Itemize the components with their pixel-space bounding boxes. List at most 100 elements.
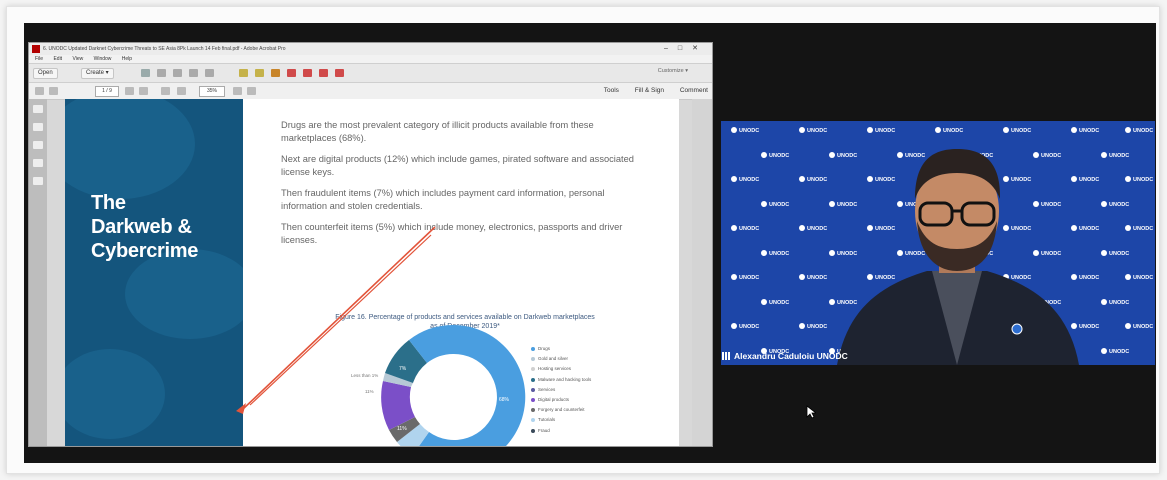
legend-swatch xyxy=(531,418,535,423)
participant-name: Alexandru Caduloiu UNODC xyxy=(734,351,848,361)
legend-label: Gold and silver xyxy=(538,356,569,362)
zoom-in-icon[interactable] xyxy=(177,87,186,95)
tab-fill-sign[interactable]: Fill & Sign xyxy=(635,87,664,94)
unodc-logo: UNODC xyxy=(731,225,759,232)
legend-item: Digital products xyxy=(531,396,591,406)
legend-swatch xyxy=(531,387,535,392)
unodc-logo-text: UNODC xyxy=(769,299,790,306)
combine-icon[interactable] xyxy=(303,69,312,77)
globe-icon xyxy=(799,176,805,182)
unodc-logo-text: UNODC xyxy=(1109,348,1130,355)
mouse-cursor-icon xyxy=(806,405,816,419)
legend-item: Gold and silver xyxy=(531,355,591,365)
bookmarks-icon[interactable] xyxy=(33,123,43,131)
unodc-logo-text: UNODC xyxy=(1133,177,1154,183)
chart-label-less-than: Less than 1% xyxy=(351,373,378,378)
prev-page-icon[interactable] xyxy=(35,87,44,95)
unodc-logo-text: UNODC xyxy=(739,275,760,281)
speaker-video xyxy=(837,149,1079,365)
unodc-logo-text: UNODC xyxy=(1133,128,1154,134)
window-controls[interactable]: –□✕ xyxy=(664,43,708,55)
unodc-logo-text: UNODC xyxy=(769,152,790,159)
zoom-level[interactable]: 35% xyxy=(199,86,225,97)
globe-icon xyxy=(1125,127,1131,133)
globe-icon xyxy=(799,323,805,329)
tab-comment[interactable]: Comment xyxy=(680,87,708,94)
sign-icon[interactable] xyxy=(335,69,344,77)
legend-label: Fraud xyxy=(538,427,550,433)
chart-label-outer: 11% xyxy=(365,389,374,394)
chart-label-malware: 7% xyxy=(399,366,407,372)
fit-width-icon[interactable] xyxy=(247,87,256,95)
globe-icon xyxy=(799,225,805,231)
unodc-logo-text: UNODC xyxy=(1133,275,1154,281)
legend-swatch xyxy=(531,377,535,382)
fit-page-icon[interactable] xyxy=(233,87,242,95)
note-icon[interactable] xyxy=(255,69,264,77)
webcam-feed: UNODC UNODC UNODC UNODC UNODC UNODC UNODC UNODC… xyxy=(721,121,1155,365)
pdf-icon xyxy=(32,45,40,53)
export-pdf-icon[interactable] xyxy=(287,69,296,77)
unodc-logo-text: UNODC xyxy=(739,226,760,232)
unodc-logo-text: UNODC xyxy=(1109,201,1130,208)
signatures-icon[interactable] xyxy=(33,177,43,185)
legend-swatch xyxy=(531,357,535,362)
unodc-logo: UNODC xyxy=(761,249,789,257)
email-icon[interactable] xyxy=(173,69,182,77)
legend-swatch xyxy=(531,408,535,413)
page-thumbnails-icon[interactable] xyxy=(33,105,43,113)
unodc-logo-text: UNODC xyxy=(739,128,760,134)
legend-item: Tutorials xyxy=(531,416,591,426)
unodc-logo: UNODC xyxy=(1125,225,1153,232)
comment-icon[interactable] xyxy=(205,69,214,77)
menu-file[interactable]: File xyxy=(35,56,43,62)
customize-menu[interactable]: Customize ▾ xyxy=(658,68,688,74)
create-button[interactable]: Create ▾ xyxy=(81,68,114,79)
select-tool-icon[interactable] xyxy=(125,87,134,95)
globe-icon xyxy=(1125,323,1131,329)
tab-tools[interactable]: Tools xyxy=(604,87,619,94)
attachments-icon[interactable] xyxy=(33,141,43,149)
legend-label: Digital products xyxy=(538,396,570,402)
hand-tool-icon[interactable] xyxy=(139,87,148,95)
page-indicator[interactable]: 1 / 9 xyxy=(95,86,119,97)
unodc-logo: UNODC xyxy=(1125,274,1153,281)
signal-bars-icon xyxy=(722,352,731,360)
legend-item: Drugs xyxy=(531,345,591,355)
save-icon[interactable] xyxy=(141,69,150,77)
unodc-logo: UNODC xyxy=(731,127,759,134)
print-icon[interactable] xyxy=(157,69,166,77)
menu-bar: File Edit View Window Help xyxy=(29,55,712,63)
document-scrollbar[interactable] xyxy=(692,99,712,446)
lapel-pin-icon xyxy=(1011,323,1023,335)
menu-help[interactable]: Help xyxy=(122,56,132,62)
unodc-logo: UNODC xyxy=(731,323,759,330)
protect-icon[interactable] xyxy=(319,69,328,77)
highlight-icon[interactable] xyxy=(239,69,248,77)
legend-item: Services xyxy=(531,386,591,396)
zoom-out-icon[interactable] xyxy=(161,87,170,95)
legend-item: Hosting services xyxy=(531,365,591,375)
unodc-logo: UNODC xyxy=(731,274,759,281)
window-titlebar: 6. UNODC Updated Darknet Cybercrime Thre… xyxy=(29,43,712,55)
open-button[interactable]: Open xyxy=(33,68,58,79)
menu-edit[interactable]: Edit xyxy=(53,56,62,62)
legend-swatch xyxy=(531,397,535,402)
next-page-icon[interactable] xyxy=(49,87,58,95)
unodc-logo: UNODC xyxy=(731,176,759,183)
unodc-logo: UNODC xyxy=(761,298,790,306)
legend-swatch xyxy=(531,428,535,433)
upload-icon[interactable] xyxy=(189,69,198,77)
legend-item: Malware and hacking tools xyxy=(531,376,591,386)
legend-label: Drugs xyxy=(538,346,551,351)
menu-window[interactable]: Window xyxy=(94,56,112,62)
globe-icon xyxy=(799,127,805,133)
layers-icon[interactable] xyxy=(33,159,43,167)
unodc-logo-text: UNODC xyxy=(1133,226,1154,232)
globe-icon xyxy=(761,200,767,207)
menu-view[interactable]: View xyxy=(72,56,83,62)
legend-label: Hosting services xyxy=(538,366,572,372)
unodc-logo: UNODC xyxy=(1125,323,1153,330)
stamp-icon[interactable] xyxy=(271,69,280,77)
unodc-logo-text: UNODC xyxy=(1109,152,1130,159)
